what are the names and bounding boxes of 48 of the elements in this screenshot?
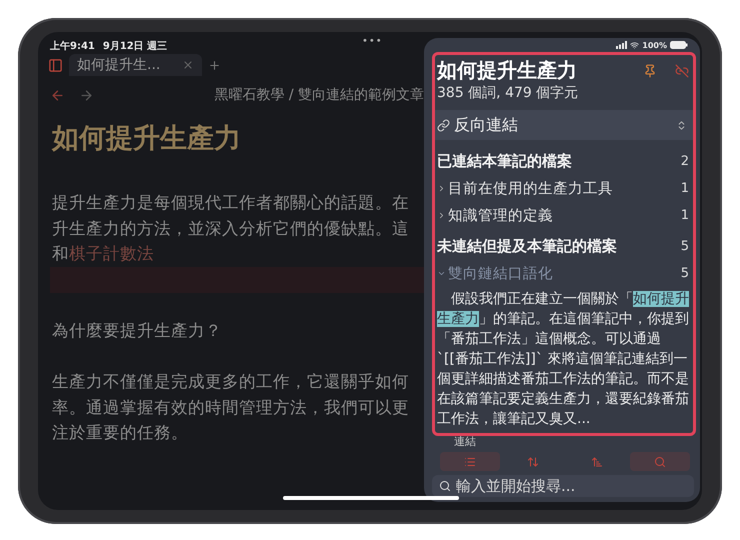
search-icon	[439, 480, 451, 492]
expand-icon	[527, 456, 540, 468]
backlink-item[interactable]: 雙向鏈結口語化 5	[437, 260, 689, 287]
group-title: 未連結但提及本筆記的檔案	[437, 237, 618, 256]
chevron-icon	[437, 269, 446, 278]
link-icon	[437, 118, 450, 132]
chevron-icon	[437, 211, 446, 220]
backlink-item[interactable]: 知識管理的定義 1	[437, 202, 689, 229]
note-tab[interactable]: 如何提升生...	[69, 54, 202, 76]
group-title: 已連結本筆記的檔案	[437, 152, 573, 171]
close-icon[interactable]	[182, 59, 194, 71]
breadcrumb: 黑曜石教學 / 雙向連結的範例文章	[214, 86, 424, 104]
battery-icon	[670, 41, 688, 49]
paragraph-line: 注於重要的任務。	[52, 422, 189, 444]
back-icon[interactable]	[50, 88, 65, 102]
mention-excerpt: 假設我們正在建立一個關於「如何提升生產力」的筆記。在這個筆記中，你提到「番茄工作法」這個概念。可以通過`[[番茄工作法]]` 來將這個筆記連結到一個更詳細描述番茄工作法的筆記。而不是在該篇筆記要定義生產力，還要紀錄番茄工作法，讓筆記又臭又...	[437, 290, 689, 429]
chevron-icon	[437, 184, 446, 193]
list-button[interactable]	[440, 452, 500, 471]
paragraph-line: 生產力不僅僅是完成更多的工作，它還關乎如何	[52, 371, 410, 393]
expand-collapse-icon[interactable]	[676, 120, 687, 130]
battery-percent: 100%	[642, 40, 667, 50]
paragraph-line: 提升生產力是每個現代工作者都關心的話題。在	[52, 192, 410, 214]
match-count: 5	[680, 239, 689, 254]
partial-label: 連結	[453, 436, 476, 448]
backlink-item[interactable]: 目前在使用的生產力工具 1	[437, 175, 689, 202]
paragraph-line: 為什麼要提升生產力？	[52, 320, 223, 342]
word-count: 385 個詞, 479 個字元	[437, 84, 580, 102]
note-heading: 如何提升生產力	[52, 122, 242, 156]
sort-icon	[590, 456, 603, 468]
paragraph-line: 和棋子計數法	[52, 243, 155, 265]
paragraph-line: 率。通過掌握有效的時間管理方法，我們可以更	[52, 396, 410, 418]
status-time: 上午9:41	[50, 40, 95, 52]
sidebar-toggle-icon[interactable]	[48, 58, 63, 72]
multitask-dots[interactable]: •••	[362, 36, 383, 47]
unlink-icon[interactable]	[675, 64, 689, 78]
forward-icon[interactable]	[79, 88, 94, 102]
search-button[interactable]	[630, 452, 690, 471]
status-date: 9月12日 週三	[102, 40, 168, 52]
signal-icon	[616, 41, 628, 49]
search-field[interactable]: 輸入並開始搜尋...	[432, 475, 694, 497]
match-count: 2	[680, 154, 689, 169]
pin-icon[interactable]	[643, 64, 657, 78]
panel-title: 如何提升生產力	[437, 57, 578, 84]
paragraph-line: 升生產力的方法，並深入分析它們的優缺點。這	[52, 218, 410, 240]
wifi-icon	[630, 40, 640, 50]
section-header[interactable]: 反向連結	[435, 110, 693, 140]
search-icon	[654, 456, 666, 468]
add-tab-icon[interactable]	[208, 58, 222, 72]
